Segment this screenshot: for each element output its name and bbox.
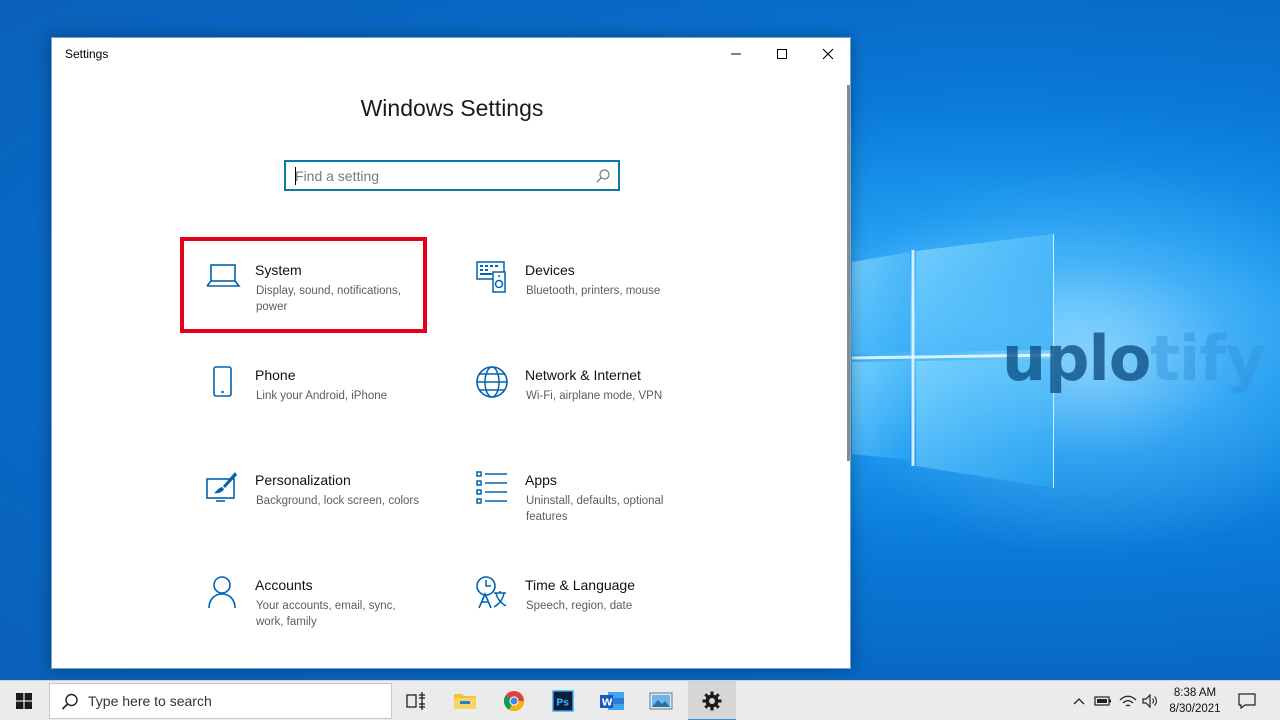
uplotify-watermark: uplotify [1002, 322, 1266, 395]
tile-name: Devices [525, 262, 575, 278]
taskbar-chrome[interactable] [490, 681, 538, 720]
tile-description: Speech, region, date [526, 600, 633, 612]
time-language-icon [476, 576, 507, 609]
search-icon[interactable] [595, 168, 611, 184]
tile-description: Uninstall, defaults, optional features [526, 495, 664, 523]
folder-icon [454, 694, 476, 709]
start-button[interactable] [0, 681, 48, 720]
taskbar-photos[interactable] [637, 681, 685, 720]
tile-time-language[interactable]: Time & Language Speech, region, date [475, 575, 715, 655]
minimize-button[interactable] [713, 38, 759, 70]
clock-time: 8:38 AM [1173, 687, 1217, 699]
photoshop-icon: Ps [552, 690, 574, 712]
tile-name: Network & Internet [525, 367, 641, 383]
clock[interactable]: 8:38 AM 8/30/2021 [1158, 685, 1232, 717]
person-icon [208, 576, 236, 609]
chevron-up-icon [1073, 698, 1085, 705]
taskbar-photoshop[interactable]: Ps [539, 681, 587, 720]
search-input[interactable] [295, 166, 585, 186]
task-view-icon [406, 692, 425, 710]
maximize-icon [777, 49, 787, 59]
tile-description: Link your Android, iPhone [256, 390, 388, 402]
paint-icon [206, 472, 237, 502]
wifi-icon [1119, 695, 1137, 707]
tile-name: Personalization [255, 472, 351, 488]
word-icon: W [600, 692, 624, 710]
network-button[interactable] [1117, 681, 1139, 720]
clock-date: 8/30/2021 [1169, 703, 1221, 715]
settings-window: Settings Windows Settings System Display… [51, 37, 851, 669]
gear-icon [702, 691, 722, 711]
tile-devices[interactable]: Devices Bluetooth, printers, mouse [475, 260, 715, 340]
speaker-icon [1142, 694, 1157, 708]
tile-name: Phone [255, 367, 296, 383]
taskbar-word[interactable]: W [588, 681, 636, 720]
taskbar-file-explorer[interactable] [441, 681, 489, 720]
tile-network-internet[interactable]: Network & Internet Wi-Fi, airplane mode,… [475, 365, 715, 445]
svg-text:W: W [602, 698, 613, 709]
battery-icon [1094, 696, 1111, 706]
apps-list-icon [476, 471, 507, 504]
find-setting-search-box[interactable] [284, 160, 620, 191]
tile-description: Background, lock screen, colors [256, 495, 419, 507]
title-bar[interactable]: Settings [52, 38, 850, 70]
action-center-button[interactable] [1234, 681, 1260, 720]
show-hidden-icons-button[interactable] [1068, 681, 1090, 720]
highlight-annotation-box [180, 237, 427, 333]
tile-apps[interactable]: Apps Uninstall, defaults, optional featu… [475, 470, 715, 550]
taskbar-search-text: Type here to search [88, 693, 212, 709]
phone-icon [213, 366, 232, 397]
tile-name: Apps [525, 472, 557, 488]
tile-accounts[interactable]: Accounts Your accounts, email, sync, wor… [205, 575, 445, 655]
tile-name: Time & Language [525, 577, 635, 593]
taskbar: Type here to search Ps W 8:38 AM 8/30/20… [0, 680, 1280, 720]
chrome-icon [503, 691, 525, 712]
photos-icon [649, 692, 673, 710]
windows-start-icon [16, 693, 32, 709]
taskbar-search-box[interactable]: Type here to search [49, 683, 392, 719]
tile-phone[interactable]: Phone Link your Android, iPhone [205, 365, 445, 445]
tile-name: Accounts [255, 577, 313, 593]
scrollbar[interactable] [847, 85, 850, 461]
close-button[interactable] [805, 38, 851, 70]
globe-icon [476, 366, 508, 398]
volume-button[interactable] [1140, 681, 1160, 720]
svg-text:Ps: Ps [556, 698, 569, 709]
tile-description: Your accounts, email, sync, work, family [256, 600, 396, 628]
minimize-icon [731, 53, 741, 55]
maximize-button[interactable] [759, 38, 805, 70]
window-title: Settings [65, 47, 109, 61]
tile-description: Bluetooth, printers, mouse [526, 285, 661, 297]
task-view-button[interactable] [392, 681, 440, 720]
search-icon [61, 693, 78, 710]
page-title: Windows Settings [360, 95, 544, 121]
taskbar-settings[interactable] [688, 681, 736, 720]
tile-description: Wi-Fi, airplane mode, VPN [526, 390, 663, 402]
battery-button[interactable] [1092, 681, 1114, 720]
close-icon [822, 48, 834, 60]
notification-icon [1238, 693, 1256, 709]
tile-personalization[interactable]: Personalization Background, lock screen,… [205, 470, 445, 550]
devices-icon [476, 261, 506, 293]
